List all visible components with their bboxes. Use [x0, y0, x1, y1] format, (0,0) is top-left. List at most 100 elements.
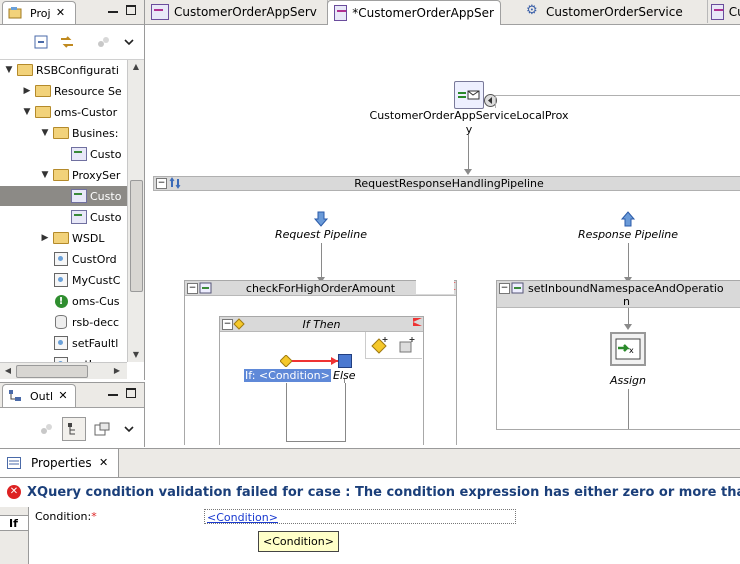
- tree-toggle-icon[interactable]: [62, 417, 86, 441]
- tree-item[interactable]: rsb-decc: [0, 312, 127, 332]
- outline-panel: Outl ✕: [0, 382, 145, 447]
- minimize-button[interactable]: [108, 5, 118, 13]
- proxy-label: CustomerOrderAppServiceLocalProx: [369, 109, 569, 122]
- editor-tab-label: *CustomerOrderAppSer: [352, 6, 494, 20]
- collapsed-arrow-icon[interactable]: ▶: [40, 233, 50, 243]
- expanded-arrow-icon[interactable]: ▼: [22, 107, 32, 117]
- project-toolbar: [0, 25, 144, 60]
- tree-item-label: Custo: [90, 189, 122, 203]
- folder-icon: [53, 126, 69, 140]
- if-condition-label[interactable]: If: <Condition>: [244, 369, 331, 382]
- arrow-down-icon: [624, 324, 632, 330]
- tree-item[interactable]: ▼ oms-Custor: [0, 102, 127, 122]
- tree-item[interactable]: ▶ Resource Se: [0, 81, 127, 101]
- scroll-left-arrow-icon[interactable]: ◀: [1, 364, 15, 378]
- tree-item[interactable]: Custo: [0, 144, 127, 164]
- expanded-arrow-icon[interactable]: ▼: [40, 128, 50, 138]
- editor-tab-label: CustomerOrderAppServ: [174, 4, 317, 19]
- maximize-button[interactable]: [126, 388, 136, 398]
- error-message: XQuery condition validation failed for c…: [27, 484, 740, 500]
- editor-tab-3[interactable]: CustomerOrderService: [519, 0, 708, 23]
- folder-icon: [35, 84, 51, 98]
- stage-set-inbound-namespace[interactable]: − setInboundNamespaceAndOperatio n x Ass…: [496, 280, 740, 430]
- folder-icon: [17, 63, 33, 77]
- tree-item[interactable]: Custo: [0, 186, 127, 206]
- proxy-service-icon: [71, 189, 87, 203]
- close-icon[interactable]: ✕: [55, 7, 67, 19]
- scroll-right-arrow-icon[interactable]: ▶: [110, 364, 124, 378]
- scroll-down-arrow-icon[interactable]: ▼: [128, 348, 144, 362]
- branch-join-lines: [286, 383, 346, 442]
- proxy-service-icon: [71, 147, 87, 161]
- error-flag-icon[interactable]: [413, 318, 422, 326]
- add-else-icon[interactable]: [398, 336, 416, 354]
- scroll-thumb[interactable]: [130, 180, 143, 292]
- link-with-editor-icon[interactable]: [59, 34, 75, 50]
- tab-outline[interactable]: Outl ✕: [2, 384, 76, 407]
- tree-item[interactable]: ▶ WSDL: [0, 228, 127, 248]
- tree-item[interactable]: Custo: [0, 207, 127, 227]
- tree-item[interactable]: ▼ Busines:: [0, 123, 127, 143]
- tab-properties[interactable]: Properties ✕: [0, 449, 119, 477]
- tree-item[interactable]: CustOrd: [0, 249, 127, 269]
- tree-horizontal-scrollbar[interactable]: ◀ ▶: [0, 362, 127, 379]
- minimize-button[interactable]: [108, 388, 118, 396]
- tree-item[interactable]: ▼ RSBConfigurati: [0, 60, 127, 80]
- close-icon[interactable]: ✕: [57, 390, 69, 402]
- expanded-arrow-icon[interactable]: ▼: [40, 170, 50, 180]
- tree-vertical-scrollbar[interactable]: ▲ ▼: [127, 60, 144, 362]
- collapsed-arrow-icon[interactable]: ▶: [22, 86, 32, 96]
- close-icon[interactable]: ✕: [98, 457, 110, 469]
- condition-field[interactable]: <Condition>: [204, 509, 516, 524]
- project-icon: [7, 6, 23, 20]
- arrow-down-icon: [464, 169, 472, 175]
- request-pipeline-label: Request Pipeline: [275, 228, 367, 241]
- else-node-icon[interactable]: [338, 354, 352, 368]
- svg-text:x: x: [629, 346, 634, 355]
- branch-join-lines: [344, 379, 345, 383]
- proxy-label-wrap: y: [465, 123, 473, 136]
- assign-action-icon[interactable]: x: [610, 332, 646, 366]
- scroll-thumb-horizontal[interactable]: [16, 365, 88, 378]
- condition-diamond-icon[interactable]: [279, 354, 293, 368]
- overview-icon[interactable]: [94, 421, 110, 437]
- tree-item[interactable]: setFaultl: [0, 333, 127, 353]
- response-pipeline-icon[interactable]: [620, 211, 636, 227]
- tab-project[interactable]: Proj ✕: [2, 1, 76, 24]
- maximize-button[interactable]: [126, 5, 136, 15]
- side-tab-if[interactable]: If: [0, 515, 28, 531]
- tree-item-label: Resource Se: [54, 84, 122, 98]
- scroll-up-arrow-icon[interactable]: ▲: [128, 60, 144, 74]
- business-service-icon: [525, 3, 541, 19]
- pipeline-header[interactable]: − RequestResponseHandlingPipeline: [153, 176, 740, 191]
- if-then-action[interactable]: − If Then If: <Condition> Else: [219, 316, 424, 445]
- filter-icon[interactable]: [95, 34, 111, 50]
- tree-item-label: WSDL: [72, 231, 105, 245]
- add-condition-icon[interactable]: [371, 336, 389, 354]
- view-menu-icon[interactable]: [121, 421, 137, 437]
- request-pipeline-icon[interactable]: [313, 211, 329, 227]
- view-menu-icon[interactable]: [121, 34, 137, 50]
- editor-tab-4[interactable]: Cus: [705, 0, 740, 23]
- project-tree: ▼ RSBConfigurati ▶ Resource Se ▼ oms-Custor ▼ B…: [0, 60, 127, 362]
- condition-label: Condition:*: [35, 510, 97, 523]
- collapse-all-icon[interactable]: [33, 34, 49, 50]
- xquery-file-icon: [53, 273, 69, 287]
- xquery-file-icon: [53, 336, 69, 350]
- stage-header-notch: [416, 280, 454, 294]
- proxy-node-icon[interactable]: [454, 81, 484, 109]
- tree-item[interactable]: ▼ ProxySer: [0, 165, 127, 185]
- collapse-icon[interactable]: −: [499, 283, 510, 294]
- properties-side-tabs: If: [0, 507, 29, 564]
- editor-tab-1[interactable]: CustomerOrderAppServ: [145, 0, 328, 23]
- tree-item[interactable]: ! oms-Cus: [0, 291, 127, 311]
- condition-link[interactable]: <Condition>: [207, 511, 278, 524]
- message-flow-canvas[interactable]: CustomerOrderAppServiceLocalProx y − Req…: [145, 25, 740, 445]
- editor-tab-2-active[interactable]: *CustomerOrderAppSer: [327, 0, 501, 25]
- tree-item[interactable]: setIn: [0, 354, 127, 362]
- properties-tabbar: Properties ✕: [0, 449, 740, 478]
- filter-icon[interactable]: [38, 421, 54, 437]
- expanded-arrow-icon[interactable]: ▼: [4, 65, 14, 75]
- tree-item[interactable]: MyCustC: [0, 270, 127, 290]
- assign-label: Assign: [610, 374, 646, 387]
